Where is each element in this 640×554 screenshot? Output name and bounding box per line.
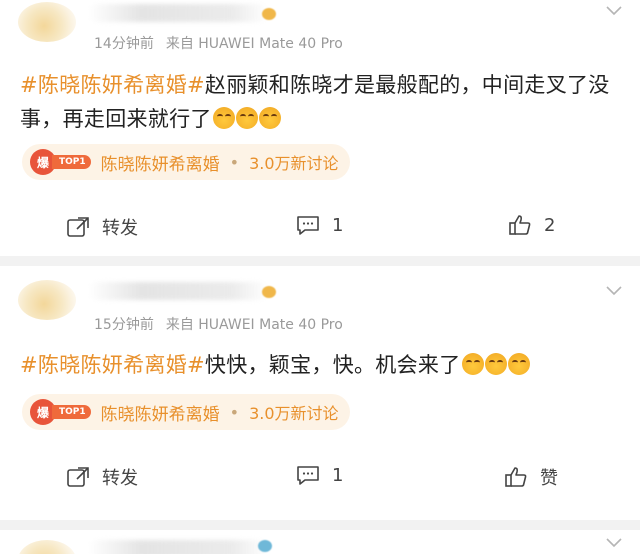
post-card: 14分钟前 来自 HUAWEI Mate 40 Pro #陈晓陈妍希离婚#赵丽颖和… bbox=[0, 0, 640, 256]
rank-badge: TOP1 bbox=[52, 405, 91, 419]
username-blurred[interactable] bbox=[88, 282, 268, 300]
post-card: 15分钟前 来自 HUAWEI Mate 40 Pro #陈晓陈妍希离婚#快快，颖… bbox=[0, 266, 640, 520]
action-bar: 转发 1 2 bbox=[0, 214, 640, 244]
like-icon bbox=[509, 215, 531, 235]
post-divider bbox=[0, 256, 640, 266]
smile-emoji-icon bbox=[484, 353, 507, 375]
comment-count: 1 bbox=[332, 214, 344, 236]
name-emoji-icon bbox=[262, 8, 276, 20]
smile-emoji-icon bbox=[507, 353, 530, 375]
hashtag-link[interactable]: #陈晓陈妍希离婚# bbox=[20, 353, 205, 377]
name-emoji-icon bbox=[262, 286, 276, 298]
post-card-partial bbox=[0, 530, 640, 554]
topic-title: 陈晓陈妍希离婚 bbox=[100, 404, 220, 425]
post-time: 14分钟前 bbox=[94, 36, 154, 52]
chevron-down-icon[interactable] bbox=[606, 538, 622, 548]
smile-emoji-icon bbox=[212, 107, 235, 129]
like-count: 2 bbox=[544, 214, 556, 236]
smile-emoji-icon bbox=[258, 107, 281, 129]
post-text: #陈晓陈妍希离婚#赵丽颖和陈晓才是最般配的，中间走叉了没事，再走回来就行了 bbox=[20, 68, 620, 136]
repost-button[interactable]: 转发 bbox=[66, 214, 138, 240]
topic-separator: • bbox=[229, 402, 240, 422]
smile-emoji-icon bbox=[461, 353, 484, 375]
topic-pill[interactable]: 爆 TOP1 陈晓陈妍希离婚 • 3.0万新讨论 bbox=[22, 394, 350, 430]
name-emoji-icon bbox=[258, 540, 272, 552]
hashtag-link[interactable]: #陈晓陈妍希离婚# bbox=[20, 73, 205, 97]
avatar[interactable] bbox=[18, 540, 76, 554]
like-label: 赞 bbox=[540, 468, 558, 489]
action-bar: 转发 1 赞 bbox=[0, 464, 640, 494]
topic-separator: • bbox=[229, 152, 240, 172]
repost-button[interactable]: 转发 bbox=[66, 464, 138, 490]
topic-title: 陈晓陈妍希离婚 bbox=[100, 154, 220, 175]
smile-emoji-icon bbox=[235, 107, 258, 129]
post-time: 15分钟前 bbox=[94, 317, 154, 333]
repost-icon bbox=[67, 467, 89, 487]
repost-label: 转发 bbox=[102, 218, 138, 239]
username-blurred[interactable] bbox=[88, 540, 268, 554]
comment-button[interactable]: 1 bbox=[296, 464, 343, 486]
topic-count: 3.0万新讨论 bbox=[249, 154, 339, 173]
post-source: 来自 HUAWEI Mate 40 Pro bbox=[165, 317, 343, 333]
like-button[interactable]: 2 bbox=[508, 214, 555, 236]
comment-icon bbox=[297, 216, 319, 235]
username-blurred[interactable] bbox=[88, 4, 268, 22]
post-divider bbox=[0, 520, 640, 530]
chevron-down-icon[interactable] bbox=[606, 286, 622, 296]
post-meta: 14分钟前 来自 HUAWEI Mate 40 Pro bbox=[94, 33, 343, 53]
comment-button[interactable]: 1 bbox=[296, 214, 343, 236]
post-source: 来自 HUAWEI Mate 40 Pro bbox=[165, 36, 343, 52]
rank-badge: TOP1 bbox=[52, 155, 91, 169]
post-body: 快快，颖宝，快。机会来了 bbox=[204, 353, 461, 377]
post-meta: 15分钟前 来自 HUAWEI Mate 40 Pro bbox=[94, 314, 343, 334]
repost-icon bbox=[67, 217, 89, 237]
like-icon bbox=[505, 467, 527, 487]
avatar[interactable] bbox=[18, 280, 76, 320]
topic-count: 3.0万新讨论 bbox=[249, 404, 339, 423]
chevron-down-icon[interactable] bbox=[606, 6, 622, 16]
like-button[interactable]: 赞 bbox=[504, 464, 558, 490]
repost-label: 转发 bbox=[102, 468, 138, 489]
post-text: #陈晓陈妍希离婚#快快，颖宝，快。机会来了 bbox=[20, 348, 620, 382]
topic-pill[interactable]: 爆 TOP1 陈晓陈妍希离婚 • 3.0万新讨论 bbox=[22, 144, 350, 180]
avatar[interactable] bbox=[18, 2, 76, 42]
comment-icon bbox=[297, 466, 319, 485]
comment-count: 1 bbox=[332, 464, 344, 486]
